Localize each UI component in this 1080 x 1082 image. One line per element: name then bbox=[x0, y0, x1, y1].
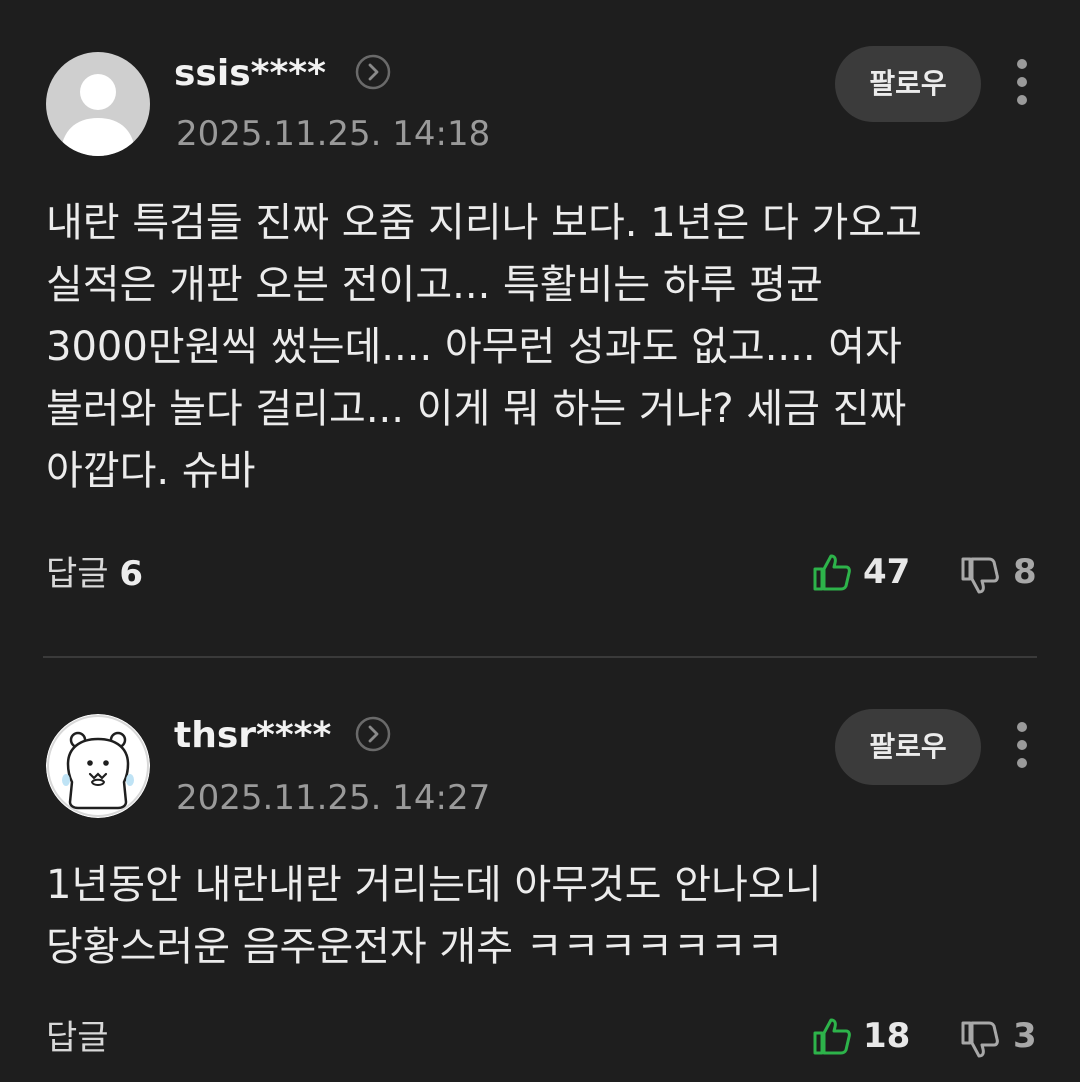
reply-label: 답글 bbox=[46, 1018, 109, 1058]
dislike-count: 3 bbox=[1013, 1016, 1037, 1056]
thumbs-down-icon[interactable] bbox=[960, 1020, 1000, 1060]
like-count: 18 bbox=[863, 1016, 911, 1056]
username[interactable]: thsr**** bbox=[174, 716, 331, 756]
comment-item: thsr**** 2025.11.25. 14:27 팔로우 1년동안 내란내란… bbox=[0, 0, 1080, 1082]
follow-button[interactable]: 팔로우 bbox=[835, 709, 981, 785]
thumbs-up-icon[interactable] bbox=[812, 1016, 852, 1056]
timestamp: 2025.11.25. 14:27 bbox=[176, 778, 491, 818]
chevron-right-icon[interactable] bbox=[355, 716, 391, 752]
reply-button[interactable]: 답글 bbox=[46, 1018, 109, 1058]
comment-body: 1년동안 내란내란 거리는데 아무것도 안나오니 당황스러운 음주운전자 개추 … bbox=[46, 862, 822, 970]
avatar[interactable] bbox=[46, 714, 150, 818]
bear-character-avatar-icon bbox=[46, 714, 150, 818]
more-options-icon[interactable] bbox=[1011, 719, 1033, 775]
